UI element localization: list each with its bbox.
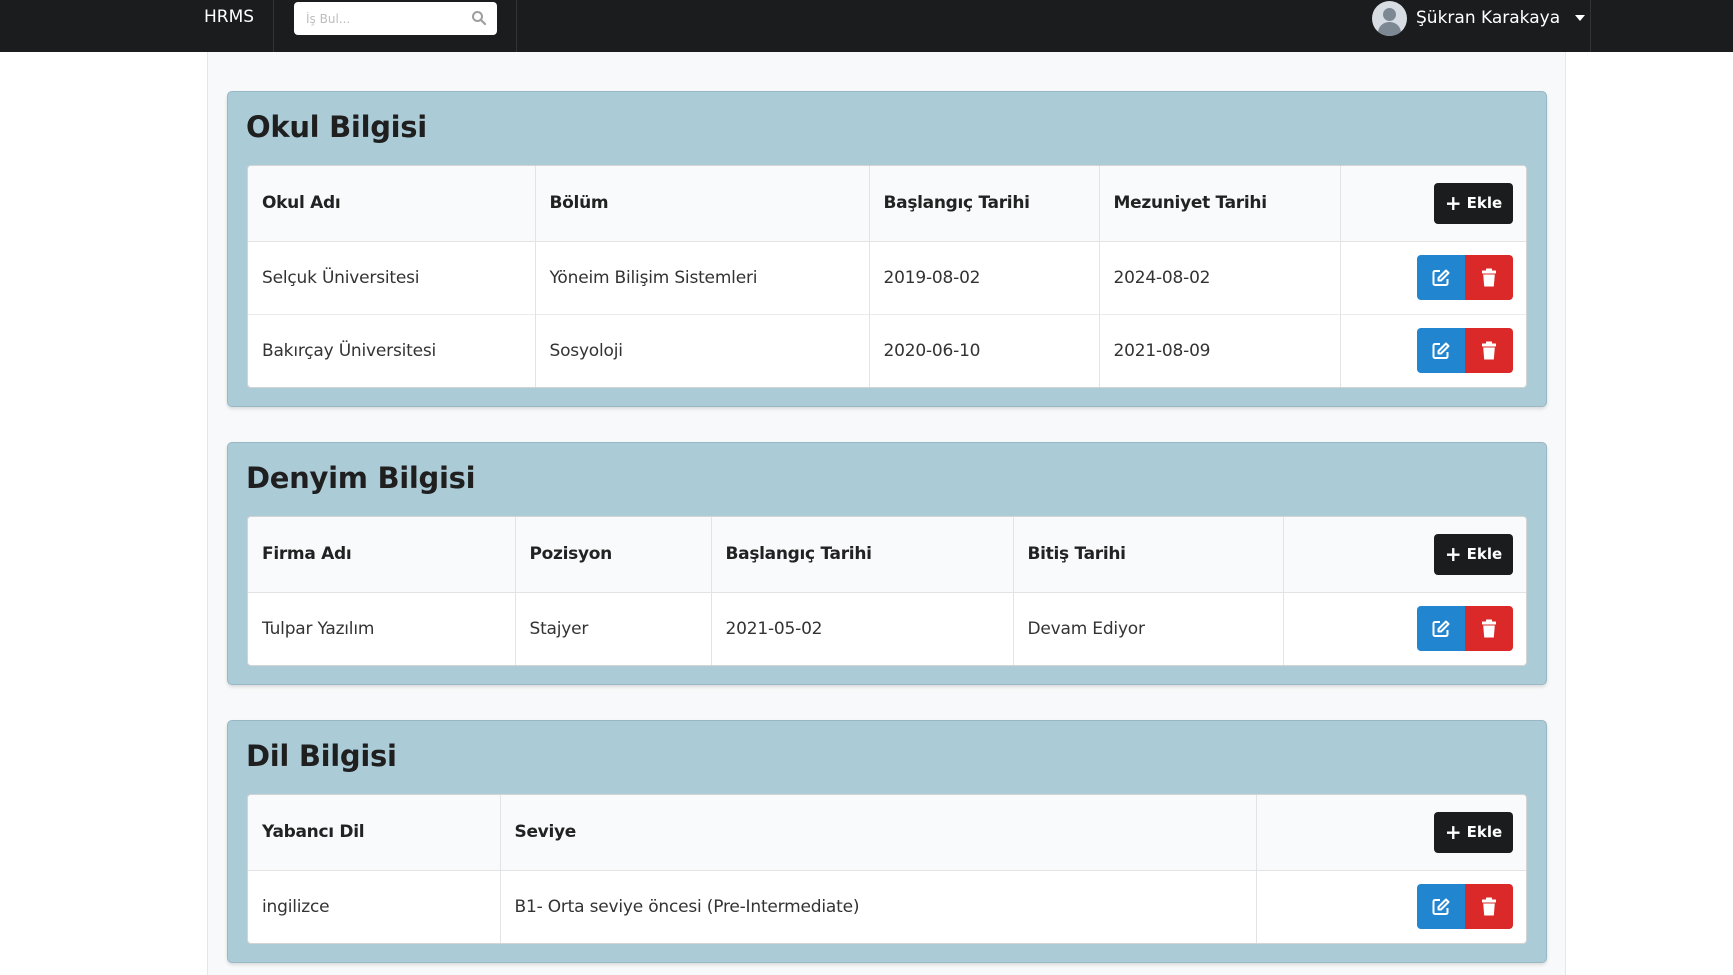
column-header: Bölüm [535, 166, 870, 242]
edit-icon [1432, 898, 1450, 915]
row-actions [1417, 255, 1513, 300]
add-language-button[interactable]: + Ekle [1434, 811, 1513, 853]
graduation-date: 2024-08-02 [1099, 241, 1341, 314]
education-section: Okul Bilgisi Okul Adı Bölüm Başlangıç Ta… [227, 91, 1547, 407]
start-date: 2019-08-02 [869, 241, 1100, 314]
language-level: B1- Orta seviye öncesi (Pre-Intermediate… [500, 870, 1257, 943]
table-row: Tulpar Yazılım Stajyer 2021-05-02 Devam … [248, 592, 1526, 665]
column-header: Başlangıç Tarihi [711, 517, 1014, 593]
edit-button[interactable] [1417, 255, 1465, 300]
delete-button[interactable] [1465, 328, 1513, 374]
delete-button[interactable] [1465, 884, 1513, 930]
column-header: Mezuniyet Tarihi [1099, 166, 1341, 242]
department: Yöneim Bilişim Sistemleri [535, 241, 870, 314]
row-actions [1417, 328, 1513, 374]
language-table: Yabancı Dil Seviye + Ekle ingilizce B1- O… [247, 794, 1527, 944]
trash-icon [1482, 619, 1496, 638]
brand-logo[interactable]: HRMS [204, 7, 254, 27]
search-input[interactable] [306, 10, 466, 28]
start-date: 2020-06-10 [869, 313, 1100, 387]
add-cell: + Ekle [1283, 517, 1526, 593]
nav-divider [516, 0, 517, 52]
actions-cell [1283, 592, 1526, 665]
dropdown-caret-icon[interactable] [1575, 15, 1586, 21]
actions-cell [1256, 870, 1526, 943]
plus-icon: + [1444, 191, 1462, 216]
add-label: Ekle [1466, 194, 1503, 213]
actions-cell [1340, 313, 1526, 387]
column-header: Okul Adı [248, 166, 536, 242]
edit-icon [1432, 269, 1450, 286]
section-title: Okul Bilgisi [246, 110, 427, 144]
edit-icon [1432, 342, 1450, 359]
edit-button[interactable] [1417, 884, 1465, 930]
company-name: Tulpar Yazılım [248, 592, 516, 665]
table-row: ingilizce B1- Orta seviye öncesi (Pre-In… [248, 870, 1526, 943]
user-name: Şükran Karakaya [1416, 8, 1561, 28]
school-name: Bakırçay Üniversitesi [248, 313, 536, 387]
trash-icon [1482, 897, 1496, 916]
position: Stajyer [515, 592, 712, 665]
edit-button[interactable] [1417, 606, 1465, 652]
edit-icon [1432, 620, 1450, 637]
graduation-date: 2021-08-09 [1099, 313, 1341, 387]
column-header: Başlangıç Tarihi [869, 166, 1100, 242]
add-cell: + Ekle [1340, 166, 1526, 242]
delete-button[interactable] [1465, 255, 1513, 300]
top-navbar: HRMS Şükran Karakaya [0, 0, 1733, 52]
language-name: ingilizce [248, 870, 501, 943]
add-label: Ekle [1466, 823, 1503, 842]
department: Sosyoloji [535, 313, 870, 387]
column-header: Seviye [500, 795, 1257, 871]
end-date: Devam Ediyor [1013, 592, 1284, 665]
user-menu[interactable]: Şükran Karakaya [1372, 0, 1586, 36]
school-name: Selçuk Üniversitesi [248, 241, 536, 314]
nav-divider [1590, 0, 1591, 52]
trash-icon [1482, 268, 1496, 286]
row-actions [1417, 606, 1513, 652]
column-header: Pozisyon [515, 517, 712, 593]
search-box [294, 2, 497, 35]
trash-icon [1482, 341, 1496, 360]
column-header: Firma Adı [248, 517, 516, 593]
education-table: Okul Adı Bölüm Başlangıç Tarihi Mezuniye… [247, 165, 1527, 388]
experience-section: Denyim Bilgisi Firma Adı Pozisyon Başlan… [227, 442, 1547, 685]
plus-icon: + [1444, 542, 1462, 567]
plus-icon: + [1444, 820, 1462, 845]
add-cell: + Ekle [1256, 795, 1526, 871]
experience-table: Firma Adı Pozisyon Başlangıç Tarihi Biti… [247, 516, 1527, 666]
column-header: Bitiş Tarihi [1013, 517, 1284, 593]
add-school-button[interactable]: + Ekle [1434, 182, 1513, 224]
table-row: Bakırçay Üniversitesi Sosyoloji 2020-06-… [248, 313, 1526, 387]
nav-divider [273, 0, 274, 52]
add-label: Ekle [1466, 545, 1503, 564]
section-title: Dil Bilgisi [246, 739, 397, 773]
column-header: Yabancı Dil [248, 795, 501, 871]
actions-cell [1340, 241, 1526, 314]
edit-button[interactable] [1417, 328, 1465, 374]
table-row: Selçuk Üniversitesi Yöneim Bilişim Siste… [248, 241, 1526, 314]
search-icon[interactable] [471, 10, 487, 26]
avatar [1372, 0, 1407, 36]
start-date: 2021-05-02 [711, 592, 1014, 665]
add-experience-button[interactable]: + Ekle [1434, 533, 1513, 575]
row-actions [1417, 884, 1513, 930]
section-title: Denyim Bilgisi [246, 461, 476, 495]
delete-button[interactable] [1465, 606, 1513, 652]
language-section: Dil Bilgisi Yabancı Dil Seviye + Ekle ing… [227, 720, 1547, 963]
